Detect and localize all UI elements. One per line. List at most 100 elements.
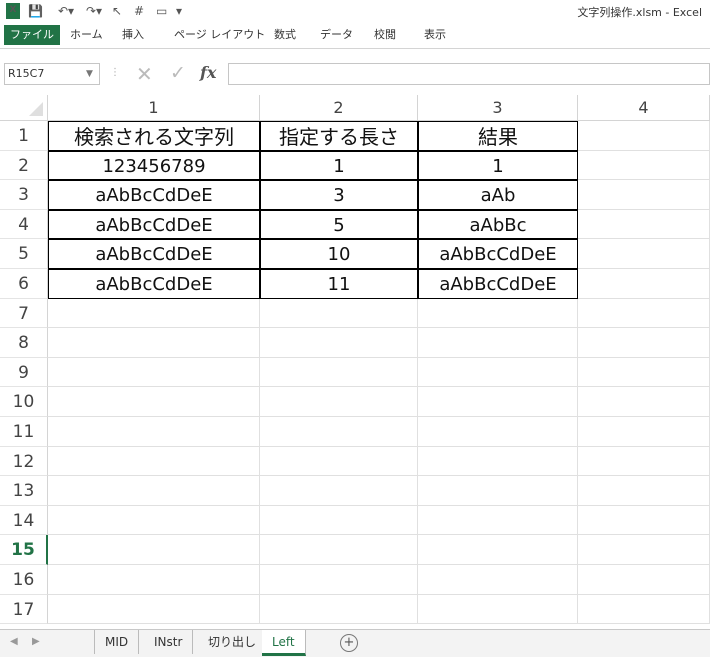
cell[interactable] (260, 594, 418, 625)
table-cell[interactable]: aAbBcCdDeE (48, 180, 260, 210)
column-header[interactable]: 2 (260, 95, 418, 121)
cell[interactable] (48, 446, 260, 477)
row-header[interactable]: 2 (0, 150, 48, 181)
cell[interactable] (578, 565, 710, 595)
cell[interactable] (260, 565, 418, 595)
cell[interactable] (418, 298, 578, 329)
row-header[interactable]: 12 (0, 446, 48, 477)
undo-icon[interactable]: ↶▾ (58, 3, 74, 19)
cell[interactable] (48, 565, 260, 595)
scroll-left-icon[interactable]: ◀ (10, 636, 18, 647)
row-header[interactable]: 16 (0, 565, 48, 595)
sheet-tab-kiridashi[interactable]: 切り出し (198, 630, 268, 654)
cell[interactable] (578, 180, 710, 210)
cell[interactable] (578, 505, 710, 536)
table-cell[interactable]: 1 (418, 150, 578, 181)
row-header[interactable]: 7 (0, 298, 48, 329)
cell[interactable] (260, 476, 418, 506)
cell[interactable] (578, 121, 710, 151)
row-header[interactable]: 5 (0, 239, 48, 269)
table-cell[interactable]: aAbBcCdDeE (418, 269, 578, 299)
table-header-cell[interactable]: 検索される文字列 (48, 121, 260, 151)
tab-file[interactable]: ファイル (4, 25, 60, 45)
cell[interactable] (260, 298, 418, 329)
table-cell[interactable]: 10 (260, 239, 418, 269)
scroll-right-icon[interactable]: ▶ (32, 636, 40, 647)
save-icon[interactable]: 💾 (28, 3, 43, 19)
tab-insert[interactable]: 挿入 (116, 25, 150, 45)
redo-icon[interactable]: ↷▾ (86, 3, 102, 19)
cell[interactable] (418, 476, 578, 506)
row-header[interactable]: 8 (0, 328, 48, 358)
cell[interactable] (418, 535, 578, 565)
cell[interactable] (578, 298, 710, 329)
cell[interactable] (578, 387, 710, 417)
tab-home[interactable]: ホーム (64, 25, 109, 45)
row-header[interactable]: 6 (0, 269, 48, 299)
table-cell[interactable]: aAb (418, 180, 578, 210)
cell[interactable] (418, 565, 578, 595)
table-cell[interactable]: aAbBcCdDeE (48, 209, 260, 240)
cell[interactable] (48, 357, 260, 388)
customize-toolbar-icon[interactable]: ▾ (176, 3, 182, 19)
cell[interactable] (48, 328, 260, 358)
table-cell[interactable]: aAbBcCdDeE (48, 269, 260, 299)
chevron-down-icon[interactable]: ▼ (86, 63, 93, 85)
cell[interactable] (578, 328, 710, 358)
column-header[interactable]: 4 (578, 95, 710, 121)
tab-data[interactable]: データ (314, 25, 359, 45)
resize-handle-icon[interactable]: ⋮ (110, 67, 120, 78)
tab-page-layout[interactable]: ページ レイアウト (168, 25, 271, 45)
insert-function-icon[interactable]: fx (200, 63, 216, 82)
cell[interactable] (578, 239, 710, 269)
cell[interactable] (578, 594, 710, 625)
formula-input[interactable] (228, 63, 710, 85)
tab-formulas[interactable]: 数式 (268, 25, 302, 45)
select-objects-icon[interactable]: ↖ (112, 3, 122, 19)
table-cell[interactable]: aAbBcCdDeE (418, 239, 578, 269)
select-all-button[interactable] (0, 95, 48, 121)
cell[interactable] (578, 417, 710, 447)
cell[interactable] (418, 594, 578, 625)
row-header[interactable]: 15 (0, 535, 48, 565)
cell[interactable] (578, 357, 710, 388)
table-cell[interactable]: 123456789 (48, 150, 260, 181)
row-header[interactable]: 11 (0, 417, 48, 447)
table-header-cell[interactable]: 指定する長さ (260, 121, 418, 151)
window-icon[interactable]: ▭ (156, 3, 167, 19)
cell[interactable] (260, 387, 418, 417)
cell[interactable] (418, 387, 578, 417)
cell[interactable] (578, 535, 710, 565)
cancel-icon[interactable]: ✕ (136, 62, 153, 86)
table-cell[interactable]: aAbBc (418, 209, 578, 240)
table-cell[interactable]: 3 (260, 180, 418, 210)
cell[interactable] (578, 269, 710, 299)
cell[interactable] (48, 387, 260, 417)
cell[interactable] (418, 417, 578, 447)
tab-view[interactable]: 表示 (418, 25, 452, 45)
row-header[interactable]: 1 (0, 121, 48, 151)
row-header[interactable]: 9 (0, 357, 48, 388)
sheet-tab-instr[interactable]: INstr (144, 630, 194, 654)
table-cell[interactable]: aAbBcCdDeE (48, 239, 260, 269)
cell[interactable] (48, 476, 260, 506)
sheet-tab-mid[interactable]: MID (94, 630, 140, 654)
cell[interactable] (418, 328, 578, 358)
column-header[interactable]: 1 (48, 95, 260, 121)
row-header[interactable]: 17 (0, 594, 48, 625)
cell[interactable] (260, 446, 418, 477)
table-header-cell[interactable]: 結果 (418, 121, 578, 151)
cell[interactable] (48, 505, 260, 536)
table-cell[interactable]: 5 (260, 209, 418, 240)
cell[interactable] (260, 417, 418, 447)
enter-check-icon[interactable]: ✓ (170, 62, 186, 84)
row-header[interactable]: 14 (0, 505, 48, 536)
grid-icon[interactable]: # (134, 3, 144, 19)
cell[interactable] (578, 476, 710, 506)
row-header[interactable]: 13 (0, 476, 48, 506)
cell[interactable] (418, 505, 578, 536)
cell[interactable] (418, 357, 578, 388)
cell[interactable] (578, 209, 710, 240)
row-header[interactable]: 10 (0, 387, 48, 417)
cell[interactable] (418, 446, 578, 477)
